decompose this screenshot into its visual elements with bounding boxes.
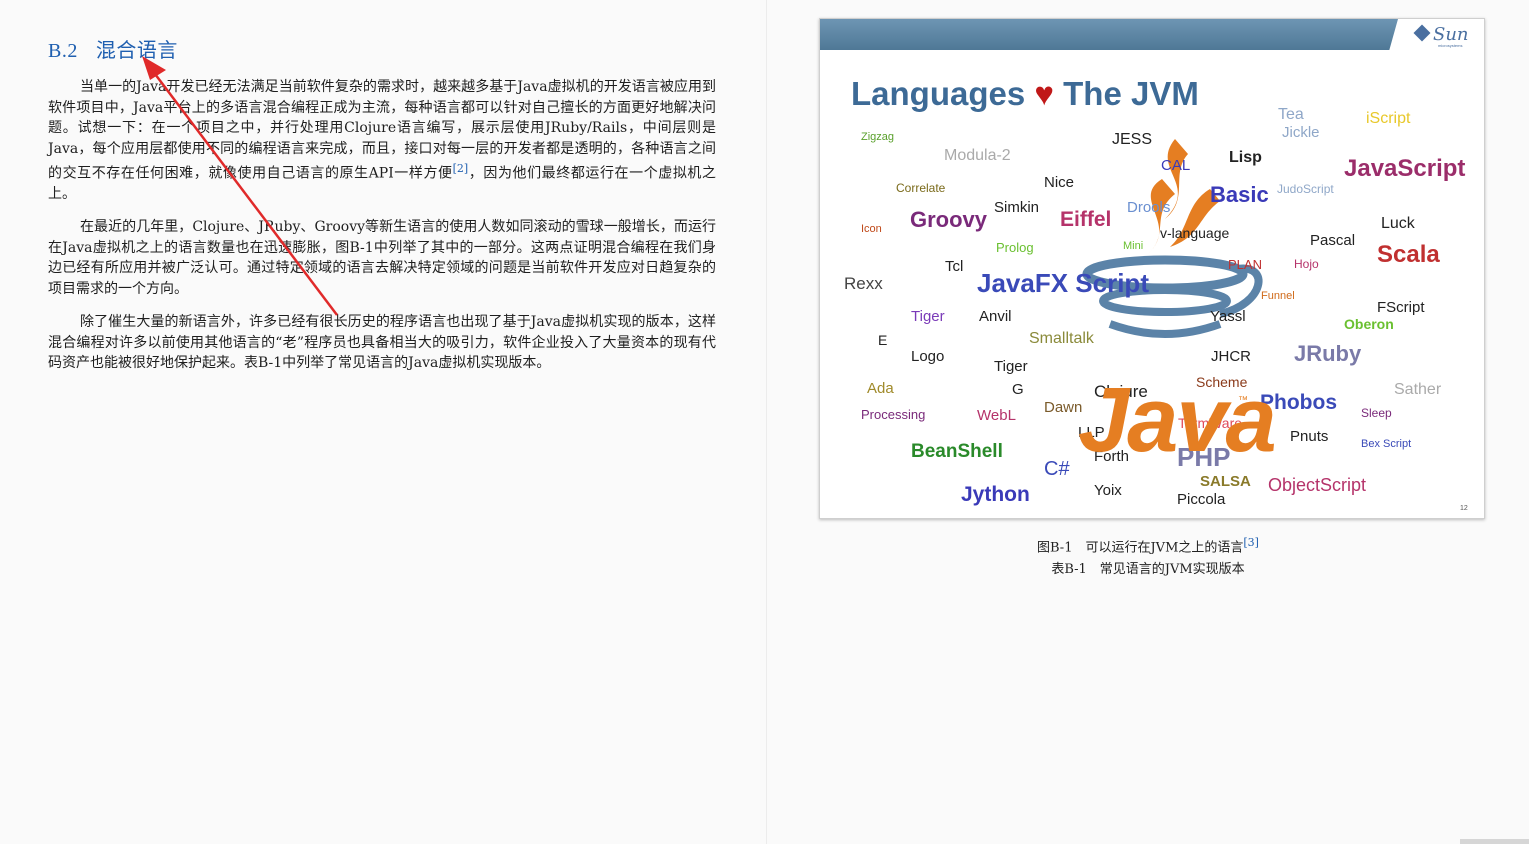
left-page: B.2 混合语言 当单一的Java开发已经无法满足当前软件复杂的需求时，越来越多基… (0, 0, 766, 844)
sun-logo-subtext: microsystems (1438, 43, 1463, 48)
language-label: Nice (1044, 174, 1075, 191)
language-label: Basic (1210, 182, 1269, 207)
language-label: Piccola (1177, 491, 1226, 508)
language-label: ObjectScript (1268, 475, 1367, 495)
language-label: Zigzag (861, 131, 895, 143)
language-label: PLAN (1228, 257, 1262, 272)
java-wordmark: Java (1078, 369, 1277, 471)
language-label: Pascal (1310, 232, 1356, 249)
language-label: Simkin (994, 199, 1040, 216)
language-label: BeanShell (911, 441, 1003, 462)
language-label: JRuby (1294, 341, 1362, 366)
section-heading: B.2 混合语言 (48, 34, 178, 63)
section-title: 混合语言 (95, 38, 178, 62)
sun-diamond-icon (1413, 24, 1431, 42)
section-number: B.2 (48, 40, 78, 62)
language-label: G (1012, 381, 1024, 398)
language-label: E (878, 332, 888, 348)
language-label: Lisp (1229, 149, 1262, 166)
citation-link-2[interactable]: [2] (453, 162, 469, 175)
language-label: iScript (1366, 110, 1411, 127)
language-label: JudoScript (1277, 182, 1334, 196)
language-label: Pnuts (1290, 428, 1329, 445)
language-label: Eiffel (1060, 208, 1112, 231)
paragraph-2: 在最近的几年里，Clojure、JRuby、Groovy等新生语言的使用人数如同… (48, 219, 716, 297)
language-label: Scala (1377, 241, 1440, 268)
horizontal-scrollbar[interactable] (1460, 839, 1529, 844)
slide-number: 12 (1460, 505, 1468, 512)
language-label: Jickle (1282, 124, 1320, 141)
language-label: Yoix (1094, 482, 1122, 499)
jvm-languages-figure: Sun microsystems Languages ♥ The JVM Tea… (819, 18, 1485, 519)
language-label: Tiger (994, 358, 1028, 375)
language-label: Mini (1123, 240, 1144, 252)
language-label: Luck (1381, 215, 1415, 232)
slide-title-left: Languages (851, 75, 1026, 112)
language-label: CAL (1161, 157, 1191, 174)
language-label: C# (1044, 458, 1070, 480)
sun-logo: Sun (1413, 24, 1469, 45)
language-label: Tea (1278, 106, 1304, 123)
language-label: Hojo (1294, 257, 1319, 271)
language-label: Tiger (911, 308, 945, 325)
figure-caption: 图B-1 可以运行在JVM之上的语言[3] (767, 536, 1529, 555)
language-label: Bex Script (1361, 438, 1412, 450)
language-label: Icon (861, 223, 882, 235)
citation-link-3[interactable]: [3] (1243, 536, 1259, 549)
language-label: FScript (1377, 299, 1425, 316)
sun-logo-text: Sun (1433, 24, 1469, 45)
trademark-symbol: ™ (1238, 395, 1248, 406)
language-label: Groovy (910, 207, 988, 232)
language-label: Prolog (996, 240, 1034, 255)
language-label: Drools (1127, 199, 1171, 216)
language-label: Logo (911, 348, 945, 365)
language-label: SALSA (1200, 473, 1251, 490)
language-label: WebL (977, 407, 1016, 424)
paragraph-1: 当单一的Java开发已经无法满足当前软件复杂的需求时，越来越多基于Java虚拟机… (48, 77, 716, 205)
language-label: Sather (1394, 381, 1442, 398)
slide-header-bar (820, 19, 1398, 50)
paragraph-3: 除了催生大量的新语言外，许多已经有很长历史的程序语言也出现了基于Java虚拟机实… (48, 314, 716, 371)
language-label: Smalltalk (1029, 330, 1094, 347)
language-label: Rexx (844, 274, 883, 293)
language-label: JavaFX Script (977, 268, 1149, 298)
language-label: Funnel (1261, 290, 1295, 302)
language-label: Processing (861, 407, 926, 422)
table-caption: 表B-1 常见语言的JVM实现版本 (1051, 562, 1245, 577)
heart-icon: ♥ (1034, 75, 1054, 112)
slide-title: Languages ♥ The JVM (851, 75, 1199, 113)
language-label: Dawn (1044, 399, 1083, 416)
language-label: Oberon (1344, 316, 1394, 332)
language-label: Ada (867, 380, 894, 397)
language-label: JESS (1112, 131, 1153, 148)
language-label: Modula-2 (944, 147, 1011, 164)
language-label: Anvil (979, 308, 1012, 325)
language-label: Sleep (1361, 406, 1392, 420)
figure-caption-text: 图B-1 可以运行在JVM之上的语言 (1037, 540, 1244, 556)
slide-title-right: The JVM (1063, 75, 1199, 112)
language-label: JavaScript (1344, 155, 1466, 182)
language-label: JHCR (1211, 348, 1251, 365)
language-label: Yassl (1210, 308, 1246, 325)
language-label: Correlate (896, 181, 946, 195)
language-label: v-language (1160, 225, 1230, 241)
language-label: Tcl (945, 258, 964, 275)
language-label: Jython (961, 483, 1030, 506)
